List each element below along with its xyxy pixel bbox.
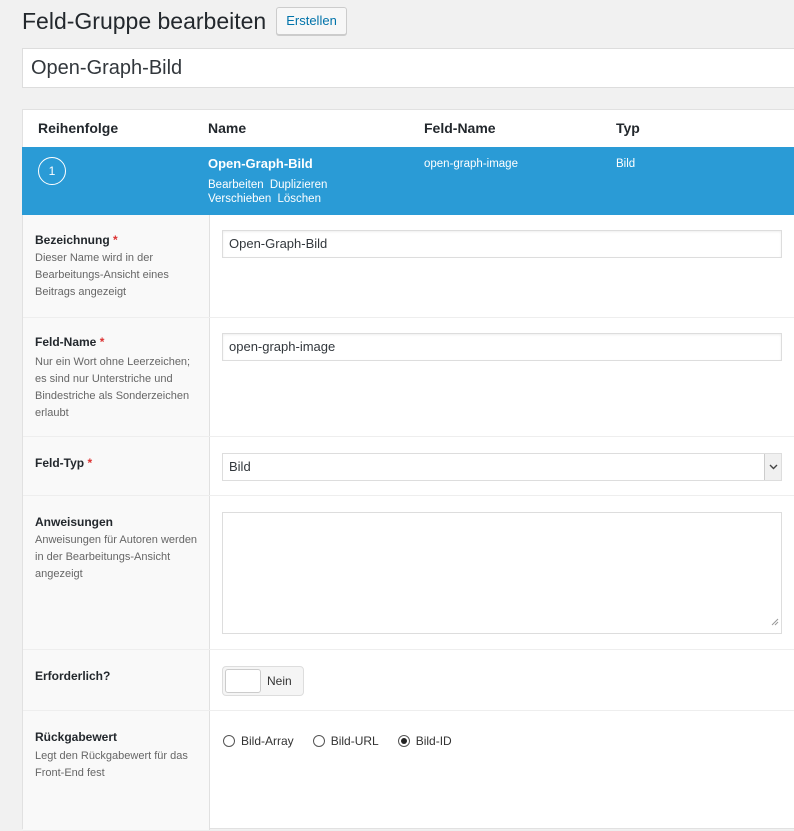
required-toggle-text: Nein (267, 674, 292, 688)
page-title: Feld-Gruppe bearbeiten (22, 8, 267, 34)
setting-instructions-desc: Anweisungen für Autoren werden in der Be… (35, 534, 198, 580)
field-type-select[interactable]: Bild (222, 453, 782, 481)
field-row-actions: Bearbeiten Duplizieren Verschieben Lösch… (208, 178, 358, 206)
required-mark: * (87, 456, 93, 470)
field-type-select-value: Bild (229, 459, 251, 474)
radio-bild-id[interactable]: Bild-ID (397, 734, 452, 748)
instructions-textarea[interactable] (222, 512, 782, 634)
resize-handle-icon[interactable] (771, 613, 779, 631)
setting-label-title-text: Bezeichnung (35, 233, 110, 247)
required-mark: * (113, 233, 118, 247)
field-group-title-input[interactable]: Open-Graph-Bild (22, 48, 794, 88)
setting-required: Erforderlich? Nein (23, 650, 794, 711)
delete-link[interactable]: Löschen (278, 193, 321, 205)
field-row-name: open-graph-image (424, 158, 518, 170)
radio-label: Bild-Array (241, 734, 294, 748)
setting-return-format-title: Rückgabewert (35, 730, 118, 744)
setting-return-format: Rückgabewert Legt den Rückgabewert für d… (23, 711, 794, 831)
edit-link[interactable]: Bearbeiten (208, 179, 264, 191)
move-link[interactable]: Verschieben (208, 193, 271, 205)
radio-label: Bild-URL (330, 734, 379, 748)
setting-name-title-text: Feld-Name (35, 335, 97, 349)
create-button[interactable]: Erstellen (276, 7, 347, 35)
field-row-label[interactable]: Open-Graph-Bild (208, 156, 313, 171)
setting-return-format-desc: Legt den Rückgabewert für das Front-End … (35, 750, 188, 779)
radio-label: Bild-ID (415, 734, 452, 748)
setting-label-desc: Dieser Name wird in der Bearbeitungs-Ans… (35, 252, 169, 298)
column-order: Reihenfolge (38, 120, 119, 136)
toggle-knob (225, 669, 261, 693)
setting-label-title: Bezeichnung * (35, 233, 118, 247)
column-headers: Reihenfolge Name Feld-Name Typ (23, 110, 794, 148)
field-name-input[interactable]: open-graph-image (222, 333, 782, 361)
required-toggle[interactable]: Nein (222, 666, 304, 696)
setting-type: Feld-Typ * Bild (23, 437, 794, 496)
setting-name-title: Feld-Name * (35, 335, 104, 349)
column-label: Name (208, 120, 247, 136)
setting-name-desc: Nur ein Wort ohne Leerzeichen; es sind n… (35, 356, 191, 419)
column-field-name: Feld-Name (424, 120, 496, 136)
setting-type-title-text: Feld-Typ (35, 456, 85, 470)
page-header: Feld-Gruppe bearbeiten Erstellen (22, 6, 347, 36)
required-mark: * (99, 335, 105, 349)
setting-instructions: Anweisungen Anweisungen für Autoren werd… (23, 496, 794, 650)
setting-name: Feld-Name * Nur ein Wort ohne Leerzeiche… (23, 318, 794, 437)
radio-button[interactable] (223, 735, 235, 747)
chevron-down-icon[interactable] (764, 454, 781, 480)
setting-instructions-title: Anweisungen (35, 515, 114, 529)
radio-bild-url[interactable]: Bild-URL (312, 734, 379, 748)
duplicate-link[interactable]: Duplizieren (270, 179, 328, 191)
radio-button[interactable] (312, 735, 325, 747)
column-type: Typ (616, 120, 640, 136)
setting-type-title: Feld-Typ * (35, 456, 92, 470)
setting-required-title: Erforderlich? (35, 669, 111, 683)
setting-label: Bezeichnung * Dieser Name wird in der Be… (23, 215, 794, 318)
radio-bild-array[interactable]: Bild-Array (223, 734, 294, 748)
label-input[interactable]: Open-Graph-Bild (222, 230, 782, 258)
field-row[interactable]: 1 Open-Graph-Bild Bearbeiten Duplizieren… (22, 147, 794, 215)
field-order-handle[interactable]: 1 (38, 157, 66, 185)
radio-button-checked[interactable] (397, 735, 410, 747)
field-row-type: Bild (616, 158, 636, 170)
fields-box: Reihenfolge Name Feld-Name Typ 1 Open-Gr… (22, 109, 794, 831)
return-format-radio-group: Bild-Array Bild-URL Bild-ID (223, 734, 471, 748)
